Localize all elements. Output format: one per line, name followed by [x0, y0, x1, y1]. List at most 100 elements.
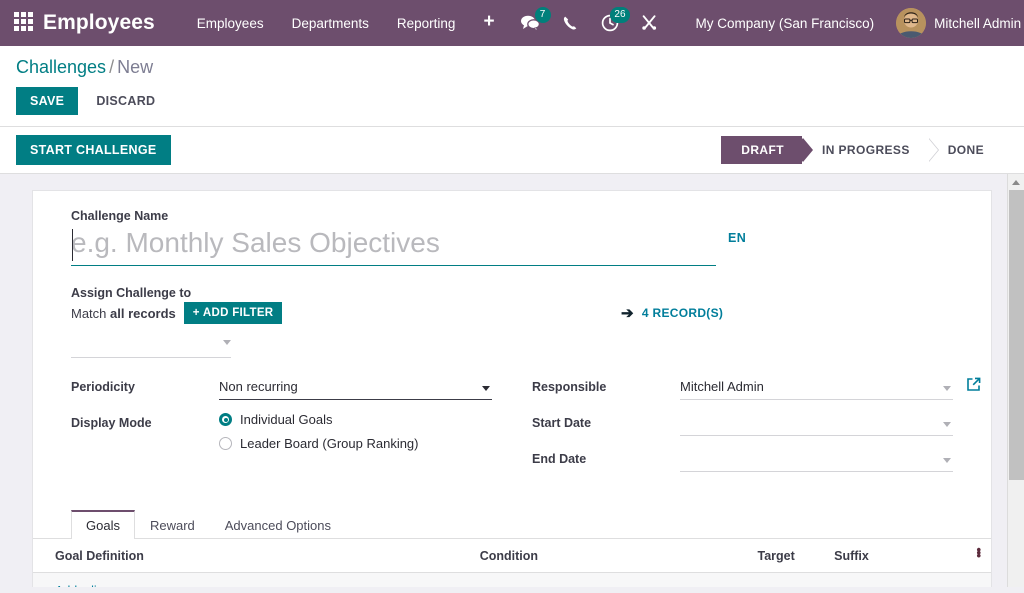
records-count-link[interactable]: ➔ 4 RECORD(S)	[621, 306, 723, 321]
avatar	[896, 8, 926, 38]
tools-wrench-icon[interactable]	[630, 8, 670, 38]
status-stages: DRAFT IN PROGRESS DONE	[721, 136, 1024, 164]
goals-table-head: Goal Definition Condition Target Suffix …	[33, 539, 991, 573]
domain-match-group: Match all records + ADD FILTER	[71, 302, 621, 324]
chevron-down-icon	[943, 458, 951, 463]
statusbar-row: START CHALLENGE DRAFT IN PROGRESS DONE	[0, 127, 1024, 174]
radio-icon-checked	[219, 413, 232, 426]
periodicity-select[interactable]: Non recurring	[219, 376, 492, 400]
start-challenge-button[interactable]: START CHALLENGE	[16, 135, 171, 165]
stage-done[interactable]: DONE	[928, 136, 1002, 164]
domain-field-select[interactable]	[71, 332, 231, 358]
stage-draft[interactable]: DRAFT	[721, 136, 802, 164]
record-action-buttons: SAVE DISCARD	[0, 78, 1024, 127]
field-column-right: Responsible Mitchell Admin	[532, 376, 953, 484]
start-date-value-wrap	[680, 412, 953, 436]
start-date-row: Start Date	[532, 412, 953, 439]
goals-table-body: Add a line	[33, 573, 991, 588]
radio-individual-goals[interactable]: Individual Goals	[219, 412, 492, 427]
optional-columns-header: •••	[953, 539, 991, 573]
match-prefix: Match	[71, 306, 106, 321]
breadcrumb-current: New	[117, 57, 153, 77]
periodicity-value: Non recurring	[219, 379, 298, 394]
tab-goals[interactable]: Goals	[71, 510, 135, 539]
responsible-label: Responsible	[532, 376, 680, 394]
goals-table-header-row: Goal Definition Condition Target Suffix …	[33, 539, 991, 573]
plus-icon: +	[193, 307, 200, 319]
display-mode-label: Display Mode	[71, 412, 219, 430]
app-brand-employees[interactable]: Employees	[43, 11, 155, 35]
challenge-name-label: Challenge Name	[71, 209, 953, 223]
add-a-line-cell: Add a line	[33, 573, 991, 588]
records-count-label: 4 RECORD(S)	[642, 306, 723, 320]
goals-table: Goal Definition Condition Target Suffix …	[33, 539, 991, 587]
end-date-label: End Date	[532, 448, 680, 466]
arrow-right-icon: ➔	[621, 306, 634, 321]
menu-item-employees[interactable]: Employees	[183, 10, 278, 37]
challenge-name-row: EN	[71, 225, 953, 266]
menu-item-reporting[interactable]: Reporting	[383, 10, 470, 37]
plus-icon[interactable]: +	[469, 10, 508, 36]
save-button[interactable]: SAVE	[16, 87, 78, 115]
radio-label-leader-board: Leader Board (Group Ranking)	[240, 436, 419, 451]
menu-item-departments[interactable]: Departments	[278, 10, 383, 37]
field-column-left: Periodicity Non recurring Display Mode	[71, 376, 532, 484]
breadcrumb-root[interactable]: Challenges	[16, 57, 106, 77]
content-area: Challenge Name EN Assign Challenge to Ma…	[0, 174, 1024, 587]
breadcrumb-separator: /	[109, 57, 114, 77]
activity-clock-icon[interactable]: 26	[590, 8, 630, 38]
add-a-line-link[interactable]: Add a line	[55, 584, 111, 587]
discard-button[interactable]: DISCARD	[84, 87, 167, 115]
tab-advanced-options[interactable]: Advanced Options	[210, 510, 346, 539]
responsible-input[interactable]: Mitchell Admin	[680, 376, 953, 400]
assign-challenge-block: Assign Challenge to Match all records + …	[71, 286, 953, 358]
add-a-line-row[interactable]: Add a line	[33, 573, 991, 588]
chevron-down-icon	[223, 340, 231, 345]
scrollbar-thumb[interactable]	[1009, 190, 1024, 480]
user-menu[interactable]: Mitchell Admin	[886, 4, 1024, 42]
tab-reward[interactable]: Reward	[135, 510, 210, 539]
responsible-row: Responsible Mitchell Admin	[532, 376, 953, 403]
display-mode-row: Display Mode Individual Goals Leader Boa…	[71, 412, 492, 460]
match-bold: all records	[110, 306, 176, 321]
periodicity-value-wrap: Non recurring	[219, 376, 492, 400]
main-menu: Employees Departments Reporting +	[183, 10, 509, 37]
apps-grid-icon[interactable]	[14, 12, 33, 34]
app-window: Employees Employees Departments Reportin…	[0, 0, 1024, 593]
notebook-tabs: Goals Reward Advanced Options	[33, 510, 991, 539]
periodicity-label: Periodicity	[71, 376, 219, 394]
end-date-input[interactable]	[680, 448, 953, 472]
scroll-up-button[interactable]	[1008, 174, 1024, 190]
control-panel: Challenges/New SAVE DISCARD	[0, 46, 1024, 127]
challenge-name-input[interactable]	[71, 225, 716, 266]
column-suffix: Suffix	[828, 539, 953, 573]
vertical-dots-icon[interactable]: •••	[976, 548, 981, 557]
periodicity-row: Periodicity Non recurring	[71, 376, 492, 403]
form-sheet: Challenge Name EN Assign Challenge to Ma…	[32, 190, 992, 587]
responsible-value: Mitchell Admin	[680, 379, 764, 394]
field-grid: Periodicity Non recurring Display Mode	[71, 376, 953, 484]
chevron-down-icon	[943, 386, 951, 391]
start-date-label: Start Date	[532, 412, 680, 430]
radio-leader-board[interactable]: Leader Board (Group Ranking)	[219, 436, 492, 451]
column-target: Target	[752, 539, 829, 573]
external-link-icon[interactable]	[966, 377, 981, 397]
notebook: Goals Reward Advanced Options Goal Defin…	[33, 510, 991, 587]
chevron-down-icon	[943, 422, 951, 427]
messaging-icon[interactable]: 7	[509, 8, 551, 38]
language-badge[interactable]: EN	[728, 231, 746, 245]
systray: 7 26	[509, 8, 670, 38]
activity-badge: 26	[610, 7, 629, 23]
form-body: Challenge Name EN Assign Challenge to Ma…	[33, 209, 991, 484]
end-date-value-wrap	[680, 448, 953, 472]
add-filter-button[interactable]: + ADD FILTER	[184, 302, 283, 324]
phone-icon[interactable]	[551, 8, 590, 38]
start-date-input[interactable]	[680, 412, 953, 436]
chevron-down-icon	[482, 386, 490, 391]
domain-editor-row: Match all records + ADD FILTER ➔ 4 RECOR…	[71, 302, 953, 324]
company-switcher[interactable]: My Company (San Francisco)	[684, 10, 887, 37]
user-name: Mitchell Admin	[934, 16, 1021, 31]
vertical-scrollbar[interactable]	[1007, 174, 1024, 587]
stage-in-progress[interactable]: IN PROGRESS	[802, 136, 928, 164]
triangle-up-icon	[1012, 180, 1020, 185]
